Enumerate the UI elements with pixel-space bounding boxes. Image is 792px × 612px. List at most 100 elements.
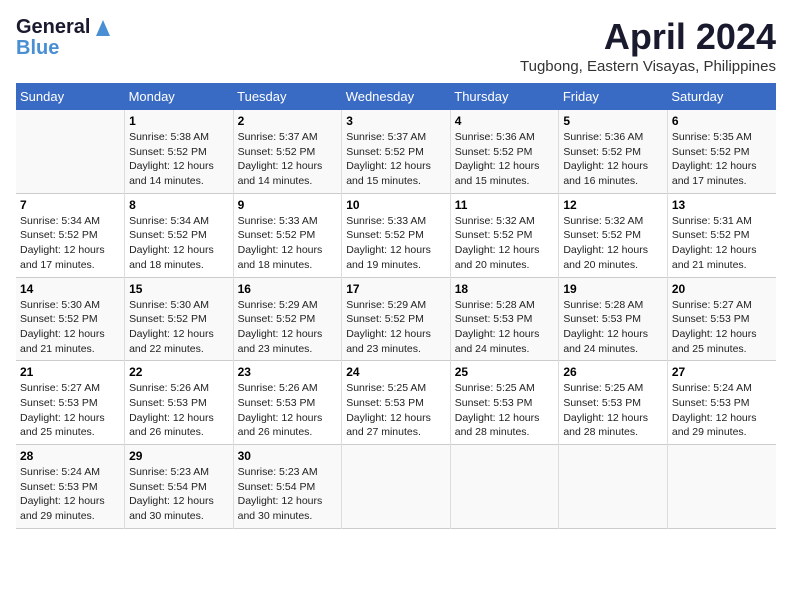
day-cell: 9Sunrise: 5:33 AM Sunset: 5:52 PM Daylig… (233, 193, 342, 277)
day-info: Sunrise: 5:34 AM Sunset: 5:52 PM Dayligh… (20, 214, 120, 273)
day-cell: 13 Sunrise: 5:31 AM Sunset: 5:52 PM Dayli… (667, 193, 776, 277)
day-info: Sunrise: 5:26 AM Sunset: 5:53 PM Dayligh… (129, 381, 229, 440)
day-cell: 23 Sunrise: 5:26 AM Sunset: 5:53 PM Dayli… (233, 361, 342, 445)
header-friday: Friday (559, 83, 668, 110)
day-cell: 21 Sunrise: 5:27 AM Sunset: 5:53 PM Dayli… (16, 361, 125, 445)
day-number: 29 (129, 449, 229, 463)
day-info: Sunrise: 5:37 AM Sunset: 5:52 PM Dayligh… (238, 130, 338, 189)
day-cell: 20 Sunrise: 5:27 AM Sunset: 5:53 PM Dayli… (667, 277, 776, 361)
day-info: Sunrise: 5:34 AM Sunset: 5:52 PM Dayligh… (129, 214, 229, 273)
day-info: Sunrise: 5:25 AM Sunset: 5:53 PM Dayligh… (455, 381, 555, 440)
day-info: Sunrise: 5:28 AM Sunset: 5:53 PM Dayligh… (563, 298, 663, 357)
day-info: Sunrise: 5:27 AM Sunset: 5:53 PM Dayligh… (672, 298, 772, 357)
day-number: 1 (129, 114, 229, 128)
day-info: Sunrise: 5:28 AM Sunset: 5:53 PM Dayligh… (455, 298, 555, 357)
day-info: Sunrise: 5:35 AM Sunset: 5:52 PM Dayligh… (672, 130, 772, 189)
week-row-3: 14 Sunrise: 5:30 AM Sunset: 5:52 PM Dayli… (16, 277, 776, 361)
day-info: Sunrise: 5:31 AM Sunset: 5:52 PM Dayligh… (672, 214, 772, 273)
day-info: Sunrise: 5:38 AM Sunset: 5:52 PM Dayligh… (129, 130, 229, 189)
day-number: 13 (672, 198, 772, 212)
day-number: 14 (20, 282, 120, 296)
day-number: 18 (455, 282, 555, 296)
day-info: Sunrise: 5:29 AM Sunset: 5:52 PM Dayligh… (238, 298, 338, 357)
day-number: 15 (129, 282, 229, 296)
day-cell: 26 Sunrise: 5:25 AM Sunset: 5:53 PM Dayli… (559, 361, 668, 445)
logo-icon (94, 16, 112, 38)
day-cell: 7 Sunrise: 5:34 AM Sunset: 5:52 PM Daylig… (16, 193, 125, 277)
header-thursday: Thursday (450, 83, 559, 110)
day-number: 7 (20, 198, 120, 212)
day-info: Sunrise: 5:27 AM Sunset: 5:53 PM Dayligh… (20, 381, 120, 440)
day-cell: 17 Sunrise: 5:29 AM Sunset: 5:52 PM Dayli… (342, 277, 451, 361)
day-info: Sunrise: 5:29 AM Sunset: 5:52 PM Dayligh… (346, 298, 446, 357)
day-info: Sunrise: 5:33 AM Sunset: 5:52 PM Dayligh… (238, 214, 338, 273)
day-info: Sunrise: 5:32 AM Sunset: 5:52 PM Dayligh… (455, 214, 555, 273)
day-number: 8 (129, 198, 229, 212)
day-number: 19 (563, 282, 663, 296)
title-block: April 2024 Tugbong, Eastern Visayas, Phi… (520, 16, 776, 75)
logo-general-text: General (16, 17, 90, 37)
day-info: Sunrise: 5:23 AM Sunset: 5:54 PM Dayligh… (129, 465, 229, 524)
day-cell: 6 Sunrise: 5:35 AM Sunset: 5:52 PM Daylig… (667, 110, 776, 193)
day-info: Sunrise: 5:30 AM Sunset: 5:52 PM Dayligh… (129, 298, 229, 357)
day-cell: 15 Sunrise: 5:30 AM Sunset: 5:52 PM Dayli… (125, 277, 234, 361)
day-number: 24 (346, 365, 446, 379)
day-info: Sunrise: 5:37 AM Sunset: 5:52 PM Dayligh… (346, 130, 446, 189)
day-info: Sunrise: 5:26 AM Sunset: 5:53 PM Dayligh… (238, 381, 338, 440)
day-cell: 11 Sunrise: 5:32 AM Sunset: 5:52 PM Dayli… (450, 193, 559, 277)
day-cell (16, 110, 125, 193)
day-number: 23 (238, 365, 338, 379)
day-cell: 10 Sunrise: 5:33 AM Sunset: 5:52 PM Dayli… (342, 193, 451, 277)
logo: General Blue (16, 16, 112, 58)
day-info: Sunrise: 5:36 AM Sunset: 5:52 PM Dayligh… (563, 130, 663, 189)
day-cell: 4Sunrise: 5:36 AM Sunset: 5:52 PM Daylig… (450, 110, 559, 193)
day-cell: 22 Sunrise: 5:26 AM Sunset: 5:53 PM Dayli… (125, 361, 234, 445)
day-number: 22 (129, 365, 229, 379)
day-info: Sunrise: 5:24 AM Sunset: 5:53 PM Dayligh… (20, 465, 120, 524)
day-cell: 2 Sunrise: 5:37 AM Sunset: 5:52 PM Daylig… (233, 110, 342, 193)
day-cell: 30Sunrise: 5:23 AM Sunset: 5:54 PM Dayli… (233, 445, 342, 529)
day-cell: 29 Sunrise: 5:23 AM Sunset: 5:54 PM Dayli… (125, 445, 234, 529)
day-cell: 3 Sunrise: 5:37 AM Sunset: 5:52 PM Daylig… (342, 110, 451, 193)
day-cell: 14 Sunrise: 5:30 AM Sunset: 5:52 PM Dayli… (16, 277, 125, 361)
calendar-table: SundayMondayTuesdayWednesdayThursdayFrid… (16, 83, 776, 529)
header-wednesday: Wednesday (342, 83, 451, 110)
week-row-2: 7 Sunrise: 5:34 AM Sunset: 5:52 PM Daylig… (16, 193, 776, 277)
day-cell (559, 445, 668, 529)
day-number: 11 (455, 198, 555, 212)
day-number: 20 (672, 282, 772, 296)
week-row-4: 21 Sunrise: 5:27 AM Sunset: 5:53 PM Dayli… (16, 361, 776, 445)
day-cell (450, 445, 559, 529)
page-header: General Blue April 2024 Tugbong, Eastern… (16, 16, 776, 75)
day-number: 12 (563, 198, 663, 212)
day-number: 17 (346, 282, 446, 296)
day-info: Sunrise: 5:33 AM Sunset: 5:52 PM Dayligh… (346, 214, 446, 273)
day-number: 21 (20, 365, 120, 379)
day-info: Sunrise: 5:25 AM Sunset: 5:53 PM Dayligh… (563, 381, 663, 440)
day-number: 27 (672, 365, 772, 379)
day-info: Sunrise: 5:30 AM Sunset: 5:52 PM Dayligh… (20, 298, 120, 357)
day-cell: 16Sunrise: 5:29 AM Sunset: 5:52 PM Dayli… (233, 277, 342, 361)
header-saturday: Saturday (667, 83, 776, 110)
day-cell: 28 Sunrise: 5:24 AM Sunset: 5:53 PM Dayli… (16, 445, 125, 529)
header-tuesday: Tuesday (233, 83, 342, 110)
day-number: 25 (455, 365, 555, 379)
header-row: SundayMondayTuesdayWednesdayThursdayFrid… (16, 83, 776, 110)
day-cell: 24Sunrise: 5:25 AM Sunset: 5:53 PM Dayli… (342, 361, 451, 445)
day-cell: 18 Sunrise: 5:28 AM Sunset: 5:53 PM Dayli… (450, 277, 559, 361)
day-number: 28 (20, 449, 120, 463)
week-row-5: 28 Sunrise: 5:24 AM Sunset: 5:53 PM Dayli… (16, 445, 776, 529)
day-number: 26 (563, 365, 663, 379)
location: Tugbong, Eastern Visayas, Philippines (520, 58, 776, 75)
day-number: 2 (238, 114, 338, 128)
day-number: 5 (563, 114, 663, 128)
day-cell: 12Sunrise: 5:32 AM Sunset: 5:52 PM Dayli… (559, 193, 668, 277)
day-number: 10 (346, 198, 446, 212)
day-cell: 1 Sunrise: 5:38 AM Sunset: 5:52 PM Daylig… (125, 110, 234, 193)
day-cell: 19 Sunrise: 5:28 AM Sunset: 5:53 PM Dayli… (559, 277, 668, 361)
week-row-1: 1 Sunrise: 5:38 AM Sunset: 5:52 PM Daylig… (16, 110, 776, 193)
day-number: 3 (346, 114, 446, 128)
day-info: Sunrise: 5:23 AM Sunset: 5:54 PM Dayligh… (238, 465, 338, 524)
day-cell: 5 Sunrise: 5:36 AM Sunset: 5:52 PM Daylig… (559, 110, 668, 193)
day-number: 6 (672, 114, 772, 128)
